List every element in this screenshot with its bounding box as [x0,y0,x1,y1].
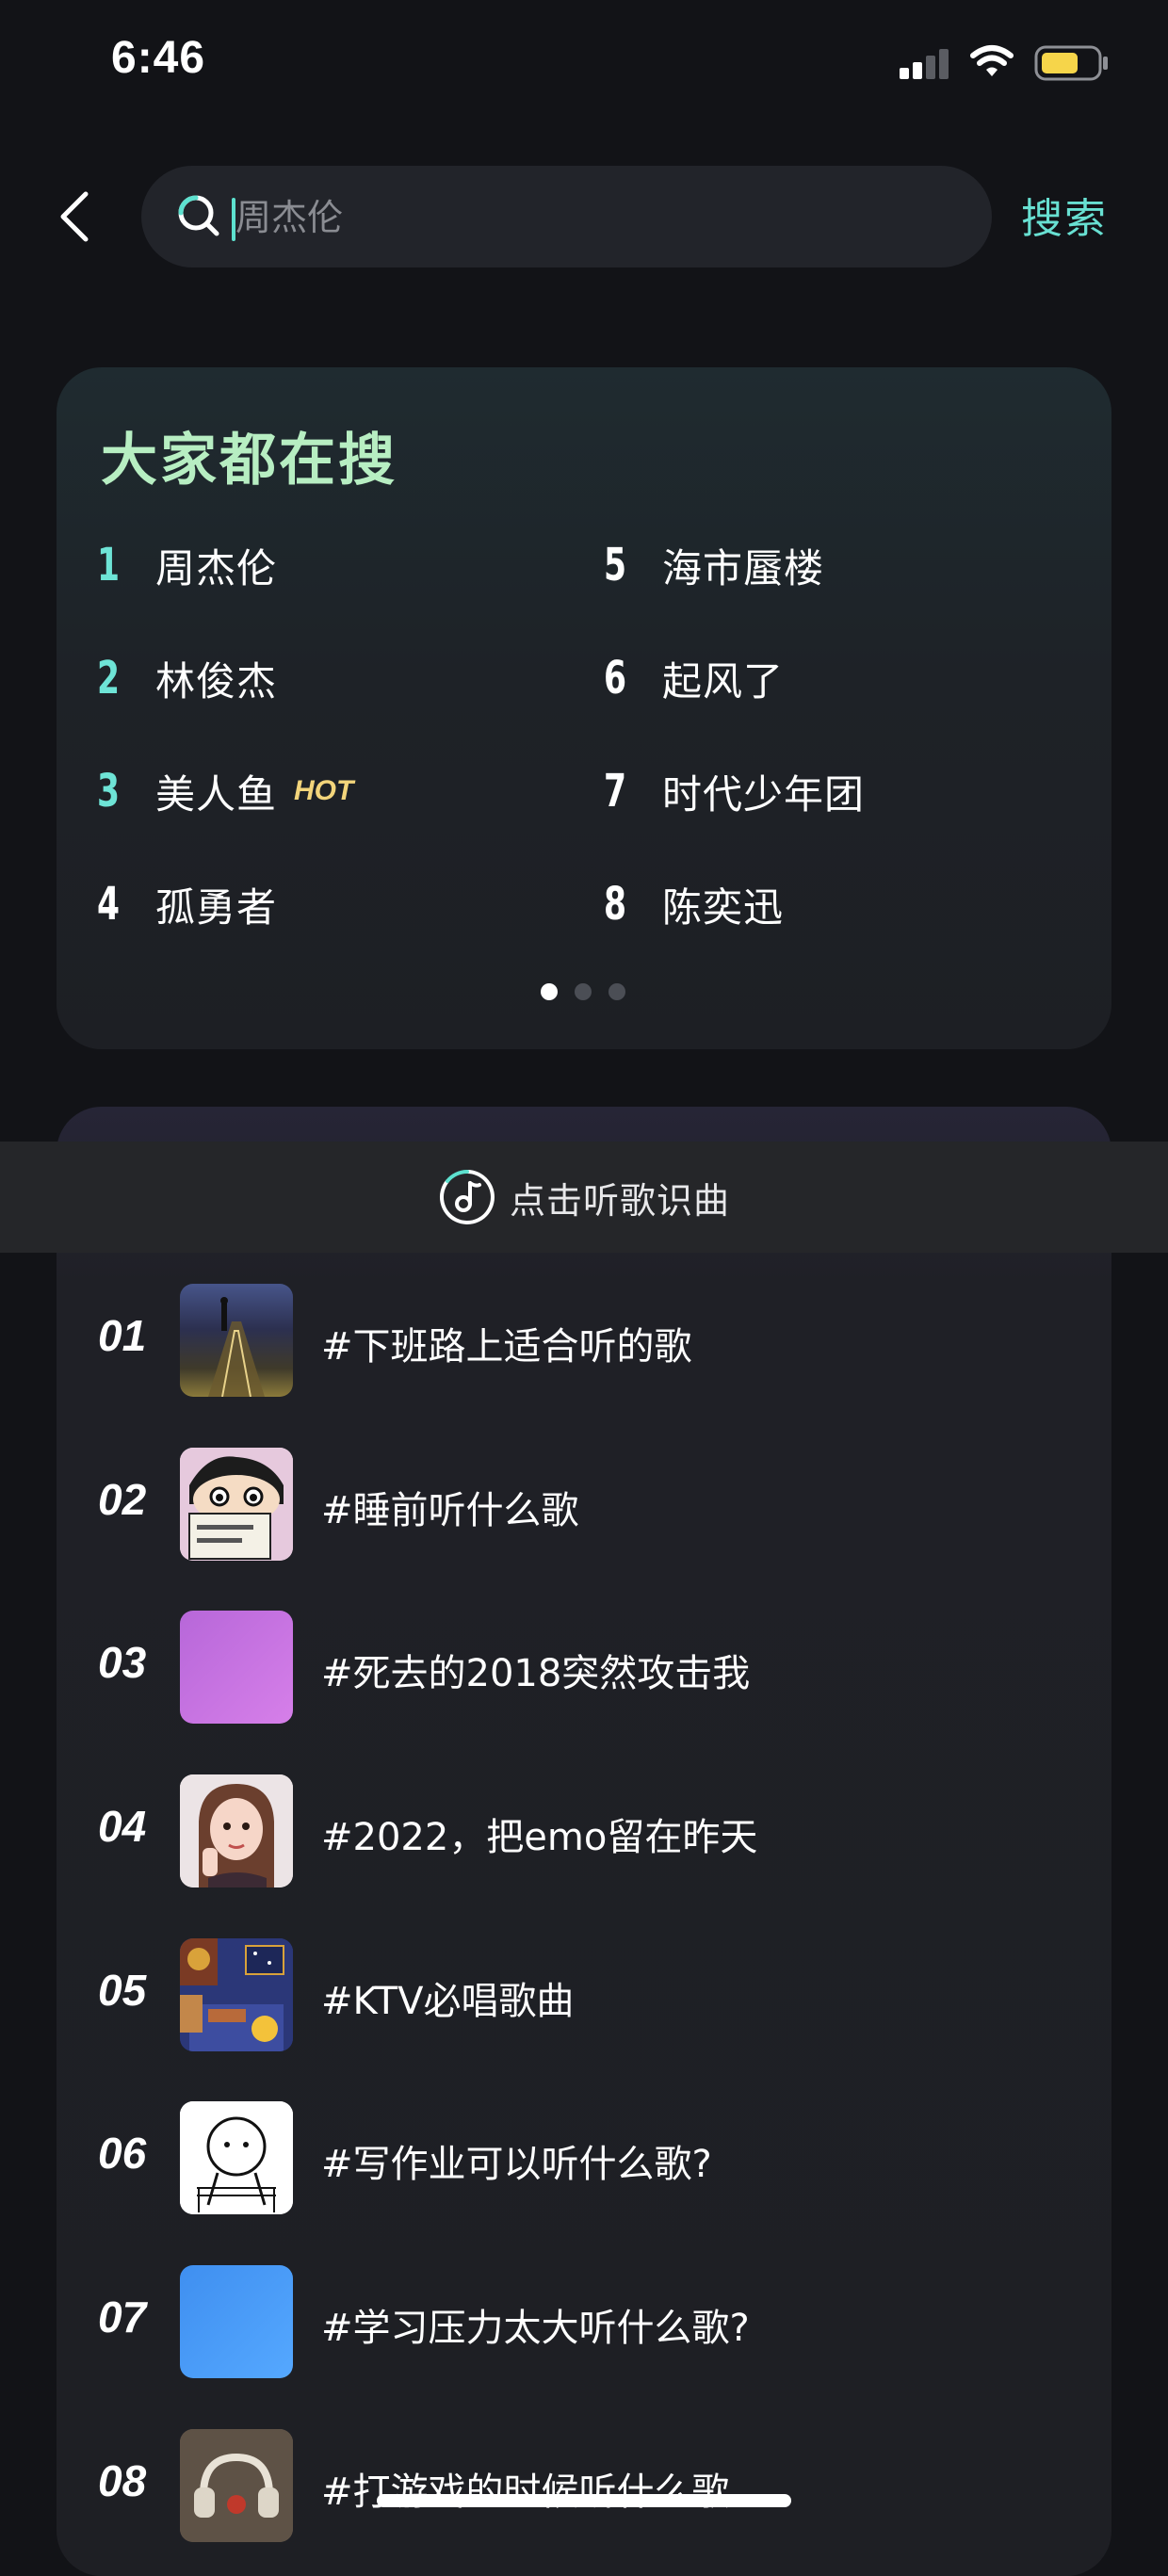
topic-thumbnail-illustrated-room [180,1938,293,2051]
search-input[interactable] [234,185,934,251]
hot-search-item[interactable]: 4 孤勇者 [97,871,277,937]
hot-search-card: 大家都在搜 1 周杰伦 2 林俊杰 3 美人鱼 HOT 4 孤勇者 5 海市蜃楼… [57,367,1111,1049]
topic-thumbnail-doodle-figure [180,2101,293,2214]
topic-label: #KTV必唱歌曲 [321,1980,575,2023]
topic-row[interactable]: 05 #KTV必唱歌曲 [57,1938,1111,2055]
hot-search-item[interactable]: 6 起风了 [604,645,784,711]
topic-rank: 05 [98,1966,147,2015]
cellular-signal-icon [900,49,949,79]
song-recognition-label: 点击听歌识曲 [509,1179,730,1222]
hot-search-item[interactable]: 8 陈奕迅 [604,871,784,937]
hot-search-title: 大家都在搜 [101,428,397,494]
hot-search-item[interactable]: 3 美人鱼 HOT [97,758,353,824]
hot-search-rank: 1 [97,539,121,591]
page-indicator [541,983,625,1000]
page-dot[interactable] [608,983,625,1000]
chevron-left-icon [60,191,89,242]
topic-rank: 03 [98,1638,147,1687]
topic-label: #写作业可以听什么歌? [321,2143,712,2186]
topic-label: #下班路上适合听的歌 [321,1325,692,1369]
topic-thumbnail-blue-gradient [180,2265,293,2378]
search-button[interactable]: 搜索 [1021,185,1108,245]
topic-row[interactable]: 02 #睡前听什么歌 [57,1448,1111,1564]
topic-rank: 04 [98,1802,147,1851]
hot-search-rank: 8 [604,878,627,931]
hot-search-name: 海市蜃楼 [662,544,825,591]
topic-rank: 01 [98,1311,147,1360]
topic-label: #学习压力太大听什么歌? [321,2307,750,2350]
hot-search-rank: 7 [604,765,627,818]
page-dot[interactable] [541,983,558,1000]
topic-thumbnail-purple-gradient [180,1611,293,1724]
topic-row[interactable]: 01 #下班路上适合听的歌 [57,1284,1111,1401]
hot-search-name: 起风了 [662,657,785,705]
hot-search-rank: 3 [97,765,121,818]
hot-search-name: 林俊杰 [155,657,278,705]
topic-thumbnail-cartoon-boy [180,1448,293,1561]
topic-label: #睡前听什么歌 [321,1489,579,1532]
hot-search-item[interactable]: 7 时代少年团 [604,758,865,824]
topic-thumbnail-girl-portrait [180,1774,293,1887]
hot-search-rank: 6 [604,652,627,705]
hot-search-item[interactable]: 1 周杰伦 [97,532,277,598]
hot-search-item[interactable]: 5 海市蜃楼 [604,532,824,598]
hot-search-name: 周杰伦 [155,544,278,591]
battery-icon [1034,45,1108,81]
topic-rank: 02 [98,1475,147,1524]
hot-search-name: 美人鱼 [155,770,278,818]
status-time: 6:46 [111,33,206,83]
wifi-icon [970,45,1014,76]
topic-rank: 08 [98,2456,147,2505]
page-dot[interactable] [575,983,592,1000]
home-indicator[interactable] [377,2494,791,2507]
search-icon [178,195,219,236]
topic-row[interactable]: 04 #2022，把emo留在昨天 [57,1774,1111,1891]
topic-thumbnail-headphones-photo [180,2429,293,2542]
topic-row[interactable]: 07 #学习压力太大听什么歌? [57,2265,1111,2382]
topic-row[interactable]: 08 #打游戏的时候听什么歌 [57,2429,1111,2546]
topic-thumbnail-night-street [180,1284,293,1397]
hot-search-item[interactable]: 2 林俊杰 [97,645,277,711]
song-recognition-button[interactable]: 点击听歌识曲 [0,1142,1168,1253]
topic-label: #2022，把emo留在昨天 [321,1816,758,1859]
hot-search-rank: 4 [97,878,121,931]
hot-search-rank: 2 [97,652,121,705]
topic-row[interactable]: 03 #死去的2018突然攻击我 [57,1611,1111,1727]
hot-search-rank: 5 [604,539,627,591]
hot-search-name: 陈奕迅 [662,883,785,931]
hot-search-name: 时代少年团 [662,770,866,818]
status-bar: 6:46 [0,0,1168,132]
topic-row[interactable]: 06 #写作业可以听什么歌? [57,2101,1111,2218]
topic-label: #死去的2018突然攻击我 [321,1652,751,1695]
hot-search-name: 孤勇者 [155,883,278,931]
topic-label: #打游戏的时候听什么歌 [321,2471,730,2514]
topic-rank: 06 [98,2129,147,2178]
music-recognition-icon [439,1169,495,1224]
hot-badge: HOT [294,775,354,806]
back-button[interactable] [47,184,100,250]
topic-rank: 07 [98,2292,147,2341]
search-bar[interactable] [141,166,992,267]
